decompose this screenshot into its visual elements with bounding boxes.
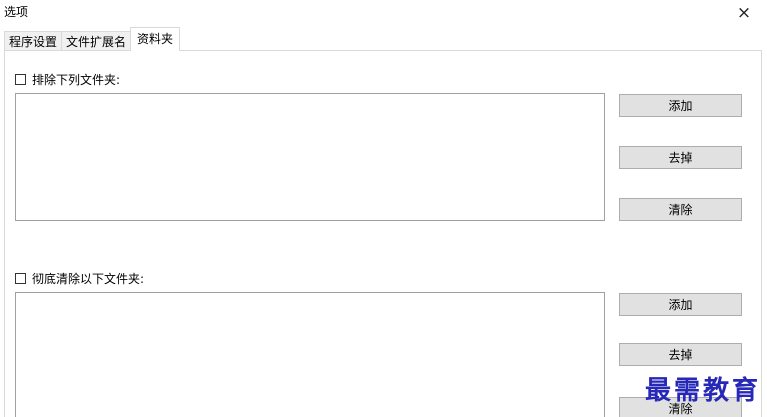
exclude-folders-list[interactable] — [15, 93, 605, 221]
exclude-folders-checkbox-row[interactable]: 排除下列文件夹: — [15, 71, 120, 88]
exclude-folders-checkbox[interactable] — [15, 74, 26, 85]
exclude-remove-button[interactable]: 去掉 — [619, 146, 742, 169]
purge-folders-checkbox[interactable] — [15, 273, 26, 284]
purge-remove-button[interactable]: 去掉 — [619, 343, 742, 366]
purge-folders-checkbox-row[interactable]: 彻底清除以下文件夹: — [15, 270, 144, 287]
exclude-add-button[interactable]: 添加 — [619, 94, 742, 117]
title-bar: 选项 × — [0, 0, 767, 26]
window-title: 选项 — [4, 5, 29, 19]
exclude-clear-button[interactable]: 清除 — [619, 198, 742, 221]
exclude-folders-label: 排除下列文件夹: — [32, 73, 121, 87]
purge-folders-label: 彻底清除以下文件夹: — [32, 272, 145, 286]
tab-folders[interactable]: 资料夹 — [130, 27, 181, 51]
purge-add-button[interactable]: 添加 — [619, 293, 742, 316]
tab-program-settings[interactable]: 程序设置 — [4, 31, 63, 51]
tab-file-extensions[interactable]: 文件扩展名 — [61, 31, 132, 51]
tab-strip: 程序设置 文件扩展名 资料夹 — [4, 27, 181, 51]
close-button[interactable]: × — [721, 0, 767, 26]
purge-folders-list[interactable] — [15, 292, 605, 417]
options-dialog: 选项 × 程序设置 文件扩展名 资料夹 排除下列文件夹: 添加 去掉 清除 彻底… — [0, 0, 767, 417]
close-icon: × — [736, 3, 752, 23]
folders-tab-panel: 排除下列文件夹: 添加 去掉 清除 彻底清除以下文件夹: 添加 去掉 清除 — [4, 50, 762, 417]
watermark-logo: 最需教育 — [644, 376, 761, 406]
